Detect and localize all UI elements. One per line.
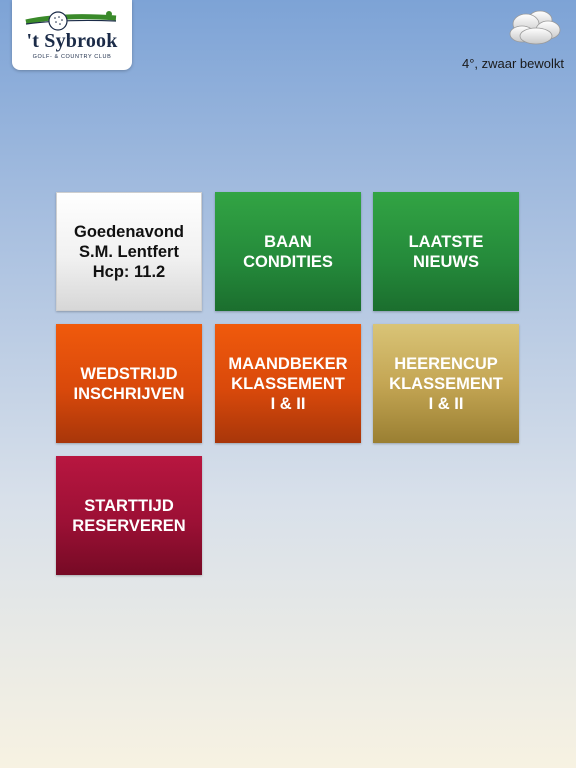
club-logo-subtitle: GOLF- & COUNTRY CLUB	[32, 54, 112, 60]
tile-heerencup-klassement[interactable]: HEERENCUP KLASSEMENT I & II	[373, 324, 519, 443]
tile-starttijd-reserveren-label: STARTTIJD RESERVEREN	[72, 496, 186, 535]
tile-wedstrijd-inschrijven[interactable]: WEDSTRIJD INSCHRIJVEN	[56, 324, 202, 443]
tile-profile-label: Goedenavond S.M. Lentfert Hcp: 11.2	[73, 222, 184, 281]
tile-laatste-nieuws-label: LAATSTE NIEUWS	[408, 232, 484, 271]
club-logo[interactable]: 't Sybrook GOLF- & COUNTRY CLUB	[12, 0, 132, 70]
club-logo-name: 't Sybrook	[26, 30, 118, 52]
tile-baan-condities-label: BAAN CONDITIES	[243, 232, 333, 271]
tile-baan-condities[interactable]: BAAN CONDITIES	[215, 192, 361, 311]
cloud-icon	[509, 10, 561, 45]
tile-wedstrijd-inschrijven-label: WEDSTRIJD INSCHRIJVEN	[73, 364, 185, 403]
weather-description: 4°, zwaar bewolkt	[461, 56, 564, 71]
tile-heerencup-klassement-label: HEERENCUP KLASSEMENT I & II	[389, 354, 503, 413]
tile-maandbeker-klassement[interactable]: MAANDBEKER KLASSEMENT I & II	[215, 324, 361, 443]
tile-maandbeker-klassement-label: MAANDBEKER KLASSEMENT I & II	[228, 354, 348, 413]
tile-laatste-nieuws[interactable]: LAATSTE NIEUWS	[373, 192, 519, 311]
tile-profile[interactable]: Goedenavond S.M. Lentfert Hcp: 11.2	[56, 192, 202, 311]
tile-starttijd-reserveren[interactable]: STARTTIJD RESERVEREN	[56, 456, 202, 575]
